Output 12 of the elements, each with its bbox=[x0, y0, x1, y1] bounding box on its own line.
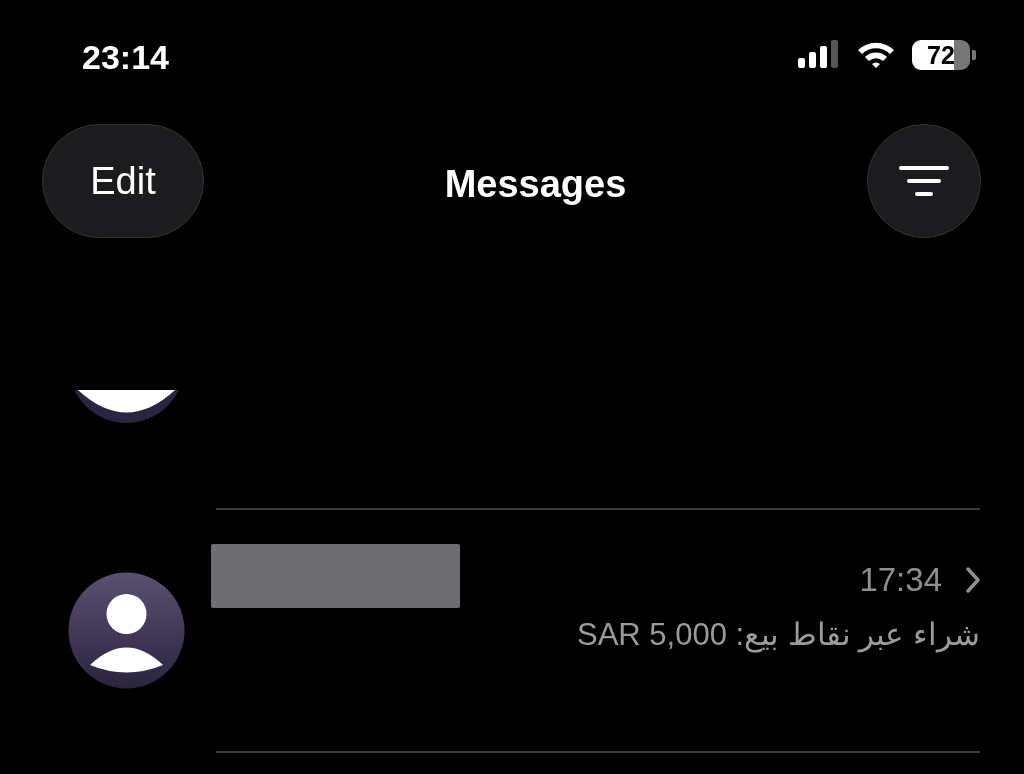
filter-icon bbox=[899, 164, 949, 198]
edit-button[interactable]: Edit bbox=[42, 124, 204, 238]
wifi-icon bbox=[856, 40, 896, 70]
battery-level: 72 bbox=[912, 40, 970, 70]
message-time: 17:34 bbox=[859, 560, 942, 600]
avatar-icon bbox=[73, 390, 180, 425]
chevron-icon bbox=[966, 566, 980, 593]
status-time: 23:14 bbox=[82, 40, 169, 74]
message-preview: شراء عبر نقاط بيع: SAR 5,000 bbox=[577, 616, 980, 655]
signal-icon bbox=[798, 40, 840, 70]
screen-title: Messages bbox=[444, 162, 627, 207]
avatar-icon bbox=[68, 572, 185, 689]
